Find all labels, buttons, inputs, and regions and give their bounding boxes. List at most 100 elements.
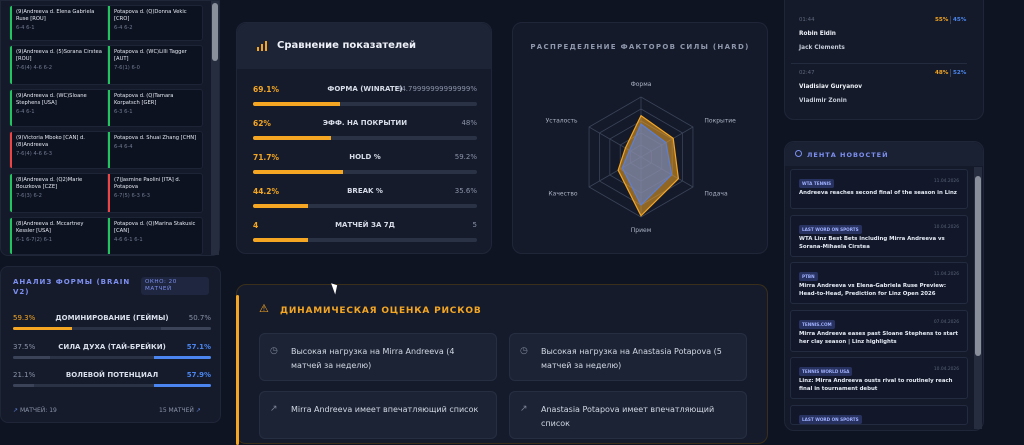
search-icon[interactable] <box>795 150 802 157</box>
form-row: 21.1% ВОЛЕВОЙ ПОТЕНЦИАЛ 57.9% <box>13 371 211 389</box>
risk-panel: ⚠ ДИНАМИЧЕСКАЯ ОЦЕНКА РИСКОВ ◷ Высокая на… <box>236 284 768 445</box>
news-item[interactable]: TENNIS WORLD USA 10.04.2026 Linz: Mirra An… <box>790 357 968 399</box>
stat-row: 44.2% BREAK % 35.6% <box>253 187 477 209</box>
form-row: 37.5% СИЛА ДУХА (ТАЙ-БРЕЙКИ) 57.1% <box>13 343 211 361</box>
bar-track <box>13 356 211 359</box>
match-score: 7-6(1) 6-0 <box>114 65 140 72</box>
form-footer-right: 15 МАТЧЕЙ ↗ <box>159 407 201 414</box>
stat-track <box>253 204 477 208</box>
stat-track <box>253 102 477 106</box>
news-date: 10.04.2026 <box>933 367 959 372</box>
risk-text: Mirra Andreeva имеет впечатляющий список <box>291 405 479 414</box>
risk-text: Anastasia Potapova имеет впечатляющий сп… <box>541 405 715 428</box>
right-value: 50.7% <box>188 314 211 322</box>
footer-right-text: 15 МАТЧЕЙ <box>159 407 194 414</box>
risk-item[interactable]: ↗ Mirra Andreeva имеет впечатляющий списо… <box>259 391 497 439</box>
news-title[interactable]: WTA Linz Best Bets including Mirra Andre… <box>799 236 959 252</box>
stat-row: 62% ЭФФ. НА ПОКРЫТИИ 48% <box>253 119 477 141</box>
match-score: 6-4 6-1 <box>16 25 35 32</box>
clock-icon: ◷ <box>270 346 278 356</box>
match-score: 6-4 6-2 <box>114 25 133 32</box>
news-date: 11.04.2026 <box>933 272 959 277</box>
live-matches-panel: 01:44 55% 45% Robin Eidin Jack Clements 02:47… <box>784 0 984 120</box>
stat-fill <box>253 136 331 140</box>
match-card[interactable]: (8)Andreeva d. (Q2)Marie Bouzkova [CZE] 7… <box>9 173 203 213</box>
comparison-panel: Сравнение показателей 69.1% ФОРМА (WINRAT… <box>236 22 492 254</box>
match-title: (8)Andreeva d. Mccartney Kessler [USA] <box>16 221 84 235</box>
risk-text: Высокая нагрузка на Mirra Andreeva (4 ма… <box>291 347 455 370</box>
match-card[interactable]: (9)Victoria Mboko [CAN] d. (8)Andreeva 7-… <box>9 131 203 169</box>
match-title: Potapova d. Shuai Zhang [CHN] <box>114 135 197 141</box>
odds-b: 52% <box>953 70 967 76</box>
radar-axis-label: Форма <box>631 81 652 88</box>
match-list-scroll-thumb[interactable] <box>212 3 218 61</box>
match-time: 02:47 <box>799 70 815 76</box>
match-card[interactable]: (9)Andreeva d. (5)Sorana Cirstea [ROU] 7-… <box>9 45 203 85</box>
match-score: 6-1 6-7(2) 6-1 <box>16 237 53 244</box>
risk-title: ДИНАМИЧЕСКАЯ ОЦЕНКА РИСКОВ <box>280 306 482 316</box>
player-a: Vladislav Guryanov <box>799 84 862 90</box>
risk-item[interactable]: ↗ Anastasia Potapova имеет впечатляющий с… <box>509 391 747 439</box>
match-title: Potapova d. (Q)Tamara Korpatsch [GER] <box>114 93 174 107</box>
player-b: Jack Clements <box>799 45 845 51</box>
news-item[interactable]: LAST WORD ON SPORTS 10.04.2026 WTA Linz Be… <box>790 215 968 257</box>
stat-fill <box>253 102 340 106</box>
match-list-panel: (9)Andreeva d. Elena Gabriela Ruse [ROU]… <box>0 0 220 256</box>
match-score: 6-7(5) 6-3 6-3 <box>114 193 151 200</box>
risk-item[interactable]: ◷ Высокая нагрузка на Anastasia Potapova … <box>509 333 747 381</box>
comparison-title: Сравнение показателей <box>277 40 417 51</box>
chart-bars-icon <box>257 41 269 51</box>
player-b-result: Potapova d. (Q)Marina Stakusic [CAN] 4-6 … <box>108 218 202 254</box>
news-title[interactable]: Mirra Andreeva vs Elena-Gabriela Ruse Pr… <box>799 283 959 299</box>
stat-label: МАТЧЕЙ ЗА 7Д <box>335 221 395 229</box>
right-value: 57.9% <box>186 371 211 379</box>
live-match[interactable]: 01:44 55% 45% Robin Eidin Jack Clements <box>791 11 967 59</box>
player-a-result: (9)Andreeva d. Elena Gabriela Ruse [ROU]… <box>10 6 108 40</box>
stat-track <box>253 238 477 242</box>
risk-text: Высокая нагрузка на Anastasia Potapova (… <box>541 347 722 370</box>
news-date: 11.04.2026 <box>933 179 959 184</box>
news-title[interactable]: Linz: Mirra Andreeva ousts rival to rout… <box>799 378 959 394</box>
trend-icon: ↗ <box>13 407 19 414</box>
form-analysis-title: АНАЛИЗ ФОРМЫ (BRAIN V2) <box>13 278 131 296</box>
match-card[interactable]: (9)Andreeva d. (WC)Sloane Stephens [USA]… <box>9 89 203 127</box>
match-title: Potapova d. (Q)Marina Stakusic [CAN] <box>114 221 196 235</box>
radar-axis-label: Качество <box>548 191 578 198</box>
player-a-result: (8)Andreeva d. Mccartney Kessler [USA] 6-… <box>10 218 108 254</box>
match-title: (9)Andreeva d. (5)Sorana Cirstea [ROU] <box>16 49 102 63</box>
radar-axis-label: Усталость <box>546 117 578 124</box>
stat-row: 4 МАТЧЕЙ ЗА 7Д 5 <box>253 221 477 243</box>
match-card[interactable]: (8)Andreeva d. Mccartney Kessler [USA] 6-… <box>9 217 203 255</box>
news-title[interactable]: Andreeva reaches second final of the sea… <box>799 190 959 198</box>
odds-b: 45% <box>953 17 967 23</box>
player-a-result: (9)Victoria Mboko [CAN] d. (8)Andreeva 7-… <box>10 132 108 168</box>
match-score: 6-3 6-1 <box>114 109 133 116</box>
left-fill <box>13 327 72 330</box>
news-item[interactable]: LAST WORD ON SPORTS <box>790 405 968 425</box>
player-a-result: (9)Andreeva d. (WC)Sloane Stephens [USA]… <box>10 90 108 126</box>
radar-axis-label: Подача <box>704 191 728 198</box>
match-title: (9)Victoria Mboko [CAN] d. (8)Andreeva <box>16 135 85 149</box>
radar-axis-label: Прием <box>631 227 651 234</box>
match-card[interactable]: (9)Andreeva d. Elena Gabriela Ruse [ROU]… <box>9 5 203 41</box>
stat-fill <box>253 204 309 208</box>
risk-item[interactable]: ◷ Высокая нагрузка на Mirra Andreeva (4 м… <box>259 333 497 381</box>
row-label: СИЛА ДУХА (ТАЙ-БРЕЙКИ) <box>58 343 166 351</box>
news-source-tag: PTBN <box>799 272 818 281</box>
news-item[interactable]: WTA TENNIS 11.04.2026 Andreeva reaches sec… <box>790 169 968 209</box>
stat-label: BREAK % <box>347 187 383 195</box>
player-b: Vladimir Zonin <box>799 98 847 104</box>
stat-label: ЭФФ. НА ПОКРЫТИИ <box>322 119 408 127</box>
news-date: 07.04.2026 <box>933 320 959 325</box>
match-score: 4-6 6-1 6-1 <box>114 237 143 244</box>
live-match[interactable]: 02:47 48% 52% Vladislav Guryanov Vladimir Zo… <box>791 63 967 111</box>
match-title: (8)Andreeva d. (Q2)Marie Bouzkova [CZE] <box>16 177 83 191</box>
news-title[interactable]: Mirra Andreeva eases past Sloane Stephen… <box>799 331 959 347</box>
news-source-tag: TENNIS WORLD USA <box>799 367 853 376</box>
news-item[interactable]: TENNIS.COM 07.04.2026 Mirra Andreeva eases… <box>790 310 968 352</box>
news-scroll-thumb[interactable] <box>975 176 981 356</box>
bar-track <box>13 327 211 330</box>
footer-left-text: МАТЧЕЙ: 19 <box>19 407 57 414</box>
right-value: 48% <box>461 119 477 127</box>
news-item[interactable]: PTBN 11.04.2026 Mirra Andreeva vs Elena-Ga… <box>790 262 968 304</box>
